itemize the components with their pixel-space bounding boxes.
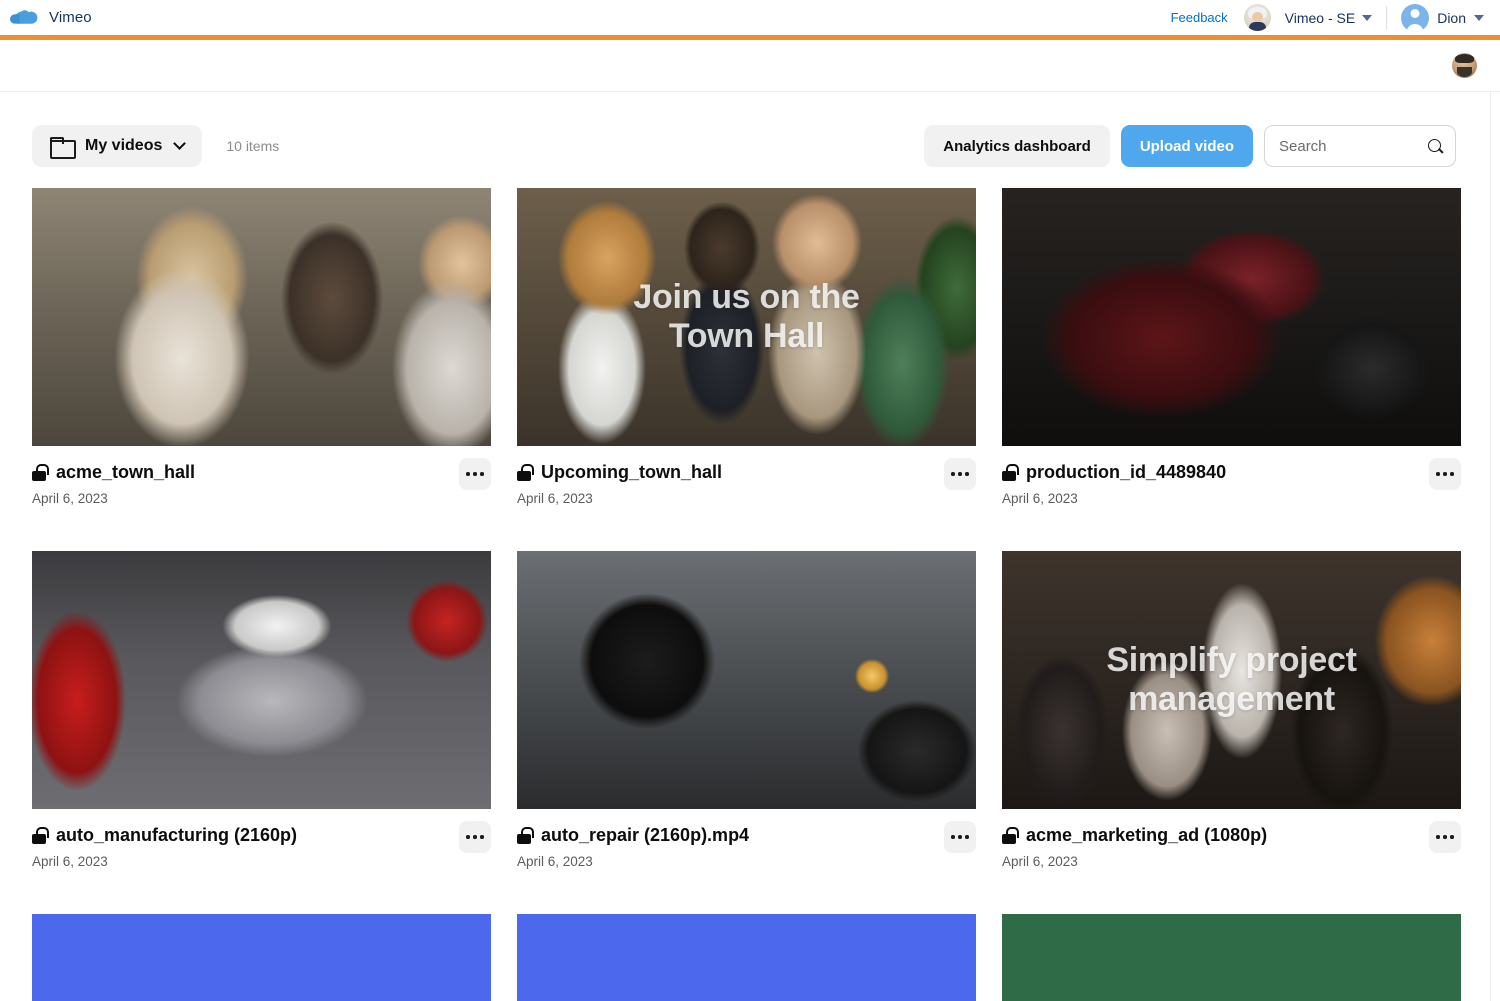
more-options-icon[interactable] [1429, 458, 1461, 490]
einstein-assistant-icon[interactable] [1243, 4, 1271, 31]
video-card: auto_repair (2160p).mp4 April 6, 2023 [517, 551, 976, 869]
user-profile-avatar[interactable] [1452, 53, 1477, 78]
video-card: ACME [1002, 914, 1461, 1001]
user-name: Dion [1437, 9, 1466, 26]
video-title[interactable]: acme_marketing_ad (1080p) [1026, 825, 1267, 846]
thumbnail-overlay-text: Join us on the Town Hall [633, 277, 860, 355]
video-library-page: My videos 10 items Analytics dashboard U… [0, 92, 1500, 1001]
more-options-icon[interactable] [1429, 821, 1461, 853]
video-title-row: auto_repair (2160p).mp4 [517, 825, 944, 846]
video-title-row: Upcoming_town_hall [517, 462, 944, 483]
video-thumbnail[interactable]: Simplify project management [1002, 551, 1461, 809]
lock-icon [1002, 827, 1019, 844]
video-card: auto_manufacturing (2160p) April 6, 2023 [32, 551, 491, 869]
video-card-info: Upcoming_town_hall April 6, 2023 [517, 462, 944, 506]
more-options-icon[interactable] [944, 821, 976, 853]
video-thumbnail[interactable] [32, 551, 491, 809]
video-thumbnail[interactable]: ACME [1002, 914, 1461, 1001]
video-date: April 6, 2023 [32, 491, 108, 506]
video-card-info: acme_town_hall April 6, 2023 [32, 462, 459, 506]
video-card: acme_town_hall April 6, 2023 [32, 188, 491, 506]
video-date: April 6, 2023 [1002, 854, 1078, 869]
grid-row-spacer [32, 869, 1461, 914]
video-date: April 6, 2023 [517, 854, 593, 869]
app-bar [0, 40, 1500, 92]
video-grid: acme_town_hall April 6, 2023 Join us on th… [0, 176, 1500, 1001]
video-card-meta: production_id_4489840 April 6, 2023 [1002, 446, 1461, 506]
scrollbar-track[interactable] [1490, 92, 1491, 1001]
grid-row-spacer [32, 506, 1461, 551]
video-card-info: auto_repair (2160p).mp4 April 6, 2023 [517, 825, 944, 869]
chevron-down-icon [1362, 14, 1373, 21]
folder-selector[interactable]: My videos [32, 125, 203, 167]
video-title-row: acme_marketing_ad (1080p) [1002, 825, 1429, 846]
lock-icon [32, 464, 49, 481]
video-card-meta: acme_town_hall April 6, 2023 [32, 446, 491, 506]
video-title[interactable]: auto_manufacturing (2160p) [56, 825, 297, 846]
video-date: April 6, 2023 [32, 854, 108, 869]
lock-icon [517, 464, 534, 481]
video-card-meta: auto_repair (2160p).mp4 April 6, 2023 [517, 809, 976, 869]
search-input[interactable] [1265, 137, 1455, 155]
video-card [32, 914, 491, 1001]
user-menu[interactable]: Dion [1387, 3, 1488, 32]
more-options-icon[interactable] [459, 821, 491, 853]
video-title-row: auto_manufacturing (2160p) [32, 825, 459, 846]
brand-name: Vimeo [49, 9, 92, 26]
salesforce-global-header: Vimeo Feedback Vimeo - SE Dion [0, 0, 1500, 35]
avatar [1401, 3, 1430, 32]
video-thumbnail[interactable] [1002, 188, 1461, 446]
feedback-link[interactable]: Feedback [1161, 10, 1238, 25]
toolbar-actions: Analytics dashboard Upload video [924, 125, 1456, 167]
thumbnail-overlay-text: Simplify project management [1106, 640, 1357, 718]
video-title[interactable]: auto_repair (2160p).mp4 [541, 825, 749, 846]
lock-icon [32, 827, 49, 844]
video-card: Simplify project management acme_marketin… [1002, 551, 1461, 869]
video-thumbnail[interactable] [32, 914, 491, 1001]
video-thumbnail[interactable] [517, 914, 976, 1001]
video-thumbnail[interactable]: Join us on the Town Hall [517, 188, 976, 446]
app-switcher[interactable]: Vimeo - SE [1277, 5, 1387, 31]
upload-video-button[interactable]: Upload video [1120, 125, 1253, 167]
folder-selector-label: My videos [85, 137, 163, 154]
video-title[interactable]: production_id_4489840 [1026, 462, 1226, 483]
video-card-info: production_id_4489840 April 6, 2023 [1002, 462, 1429, 506]
video-title-row: production_id_4489840 [1002, 462, 1429, 483]
search-box[interactable] [1264, 125, 1456, 167]
video-card [517, 914, 976, 1001]
brand-logo[interactable]: Vimeo [10, 8, 92, 28]
video-thumbnail[interactable] [517, 551, 976, 809]
video-title[interactable]: acme_town_hall [56, 462, 195, 483]
lock-icon [517, 827, 534, 844]
video-card-meta: Upcoming_town_hall April 6, 2023 [517, 446, 976, 506]
video-title-row: acme_town_hall [32, 462, 459, 483]
chevron-down-icon [173, 137, 187, 150]
video-card-info: auto_manufacturing (2160p) April 6, 2023 [32, 825, 459, 869]
more-options-icon[interactable] [459, 458, 491, 490]
video-card-meta: acme_marketing_ad (1080p) April 6, 2023 [1002, 809, 1461, 869]
video-date: April 6, 2023 [1002, 491, 1078, 506]
folder-icon [50, 137, 76, 159]
video-card: Join us on the Town Hall Upcoming_town_ha… [517, 188, 976, 506]
app-switcher-label: Vimeo - SE [1284, 9, 1356, 26]
video-thumbnail[interactable] [32, 188, 491, 446]
chevron-down-icon [1474, 14, 1484, 21]
item-count: 10 items [226, 138, 280, 154]
library-toolbar: My videos 10 items Analytics dashboard U… [0, 92, 1500, 176]
lock-icon [1002, 464, 1019, 481]
video-card-meta: auto_manufacturing (2160p) April 6, 2023 [32, 809, 491, 869]
video-title[interactable]: Upcoming_town_hall [541, 462, 722, 483]
salesforce-cloud-icon [10, 8, 40, 28]
more-options-icon[interactable] [944, 458, 976, 490]
video-date: April 6, 2023 [517, 491, 593, 506]
header-right-cluster: Feedback Vimeo - SE Dion [1161, 0, 1488, 35]
analytics-dashboard-button[interactable]: Analytics dashboard [924, 125, 1110, 167]
video-card-info: acme_marketing_ad (1080p) April 6, 2023 [1002, 825, 1429, 869]
video-card: production_id_4489840 April 6, 2023 [1002, 188, 1461, 506]
